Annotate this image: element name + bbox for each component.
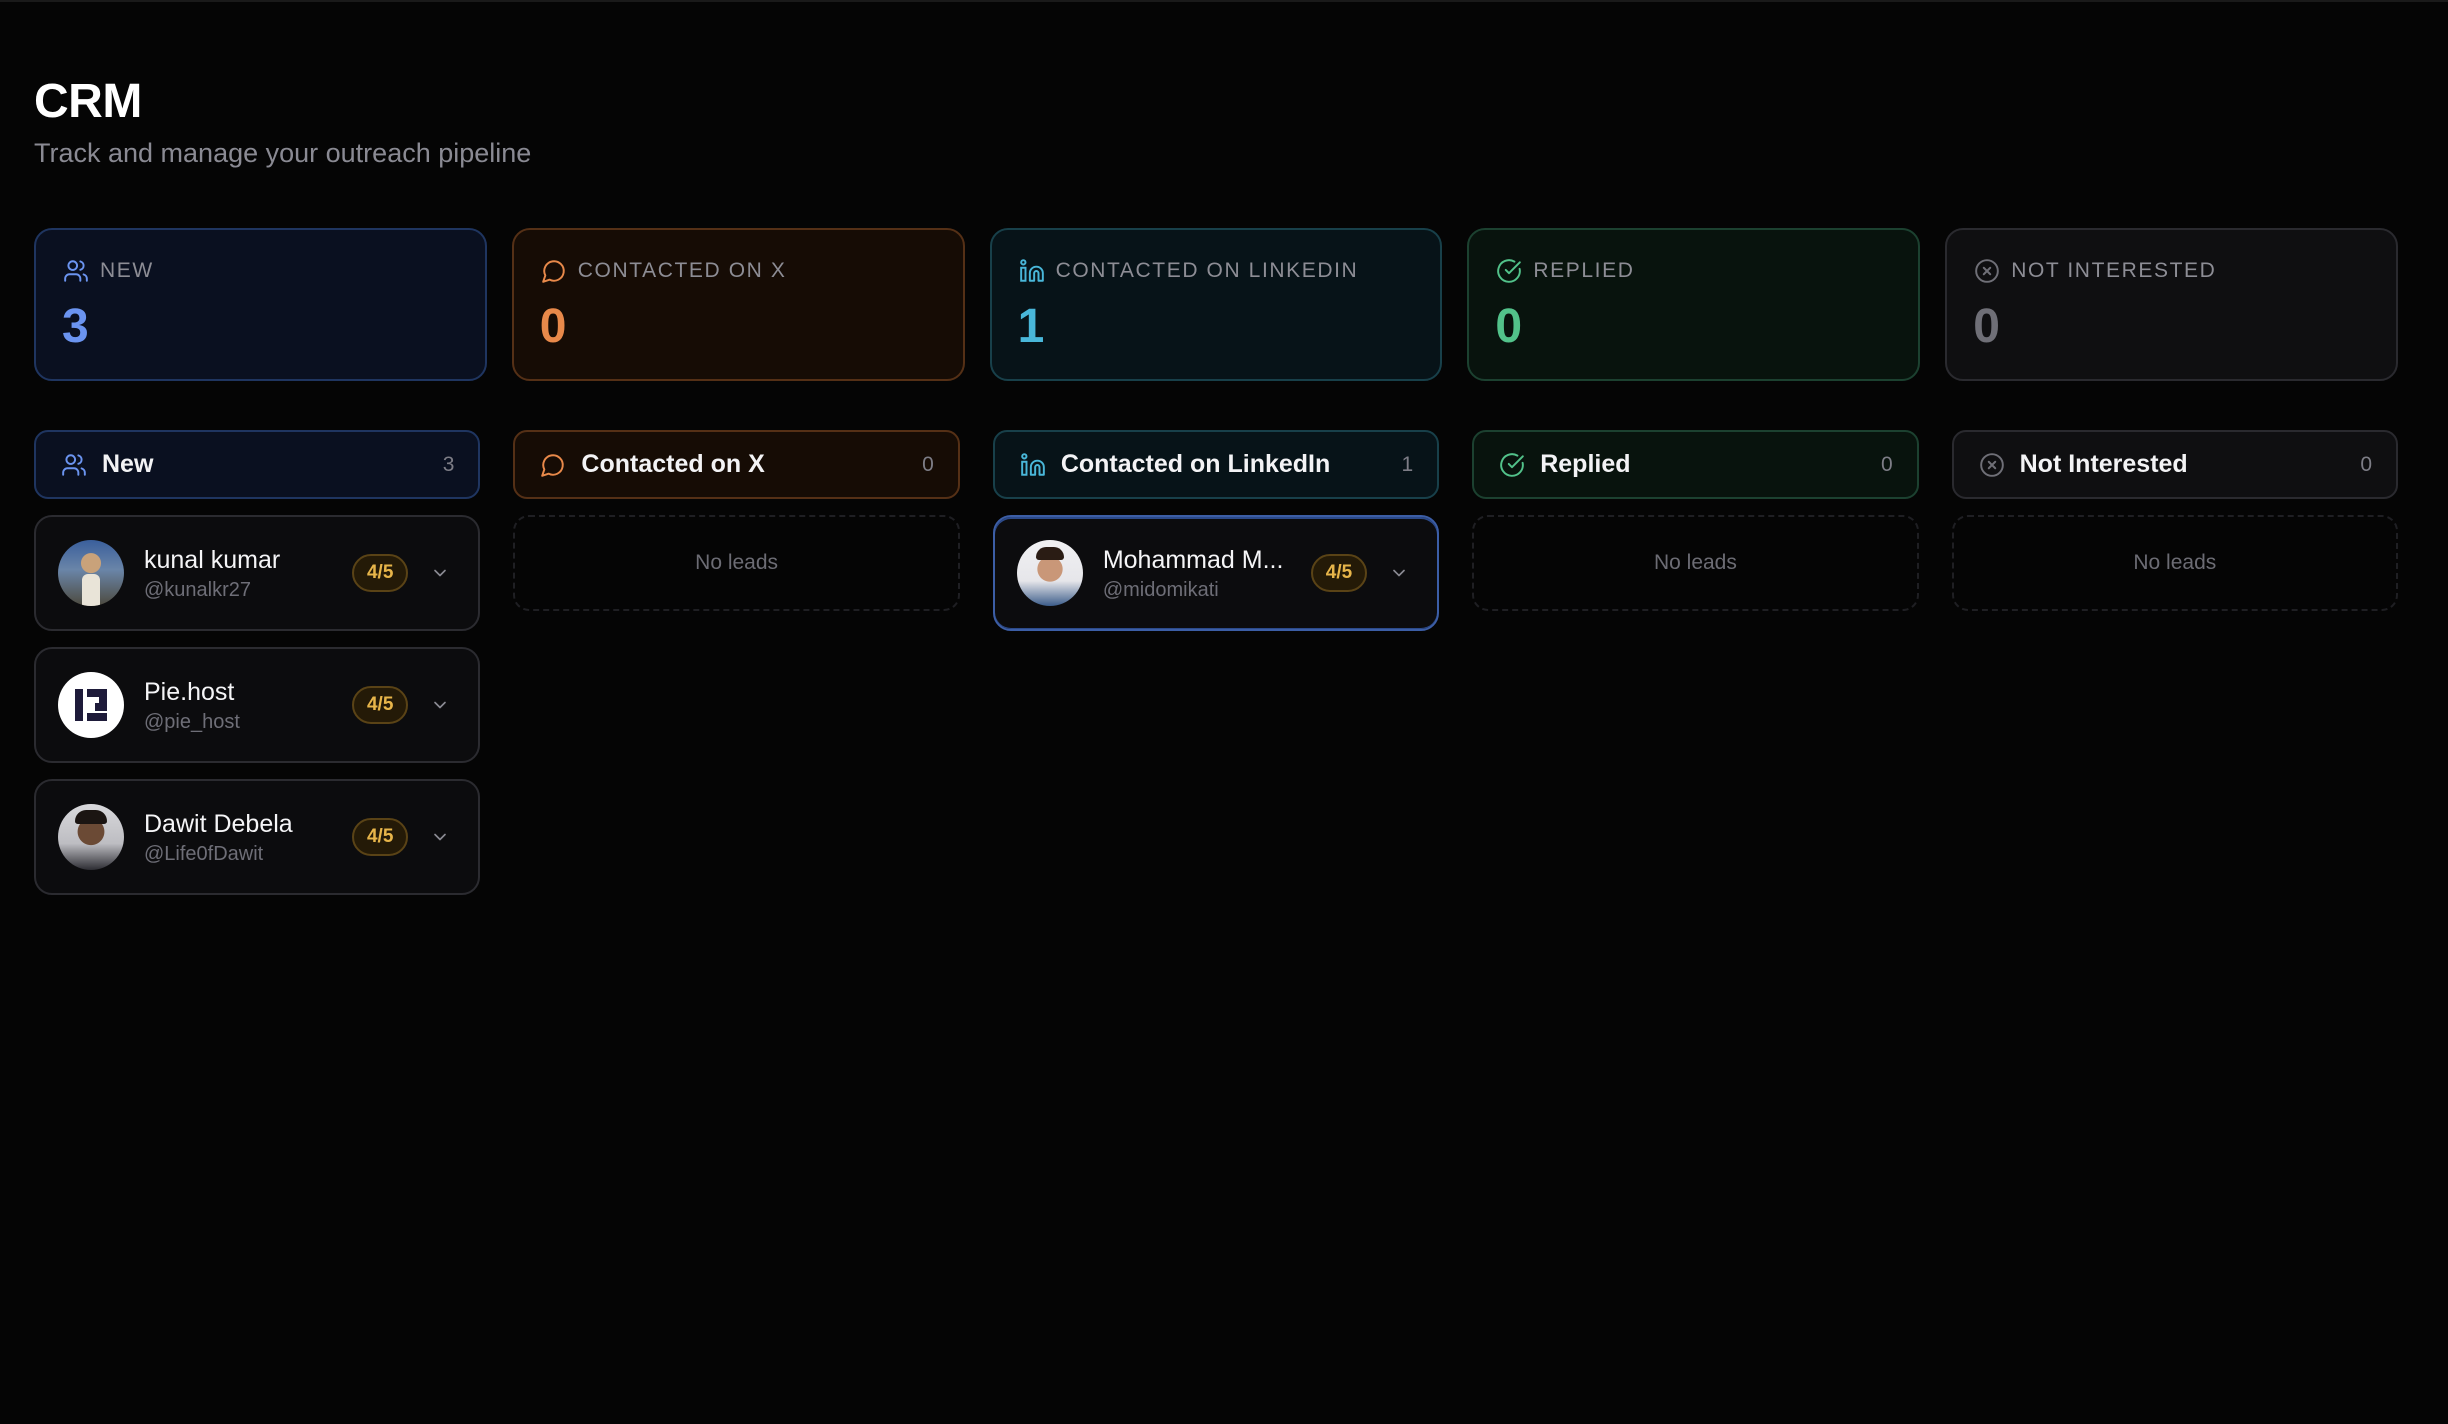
chevron-down-icon[interactable] (426, 823, 454, 851)
column-title: Contacted on LinkedIn (1060, 450, 1331, 478)
avatar (58, 540, 124, 606)
score-badge: 4/5 (351, 818, 409, 856)
stat-label: NEW (100, 259, 154, 282)
column-title: Contacted on X (581, 450, 765, 478)
lead-name: kunal kumar (144, 545, 281, 574)
column-title: Replied (1540, 450, 1631, 478)
column-count: 3 (442, 452, 455, 476)
page-header: CRM Track and manage your outreach pipel… (34, 74, 531, 170)
column-count: 1 (1401, 452, 1414, 476)
chevron-down-icon[interactable] (1385, 559, 1413, 587)
linkedin-icon (1019, 451, 1047, 479)
score-badge: 4/5 (1310, 554, 1368, 592)
column-not-interested: Not Interested 0 No leads (1951, 430, 2399, 895)
avatar (58, 804, 124, 870)
column-contacted-linkedin: Contacted on LinkedIn 1 Mohammad M... @m… (992, 430, 1440, 895)
lead-info: kunal kumar @kunalkr27 (144, 545, 352, 602)
column-replied: Replied 0 No leads (1472, 430, 1919, 895)
check-circle-icon (1495, 257, 1523, 285)
column-header-not-interested[interactable]: Not Interested 0 (1951, 430, 2399, 499)
lead-name: Pie.host (144, 677, 235, 706)
chevron-down-icon[interactable] (426, 559, 454, 587)
page-title: CRM (34, 75, 142, 128)
users-icon (60, 451, 88, 479)
lead-handle: @kunalkr27 (144, 578, 252, 601)
lead-info: Dawit Debela @Life0fDawit (144, 809, 352, 866)
score-badge: 4/5 (351, 686, 409, 724)
stats-row: NEW 3 CONTACTED ON X 0 CONTACTED ON LINK… (34, 228, 2398, 381)
column-count: 0 (2360, 452, 2373, 476)
lead-info: Pie.host @pie_host (144, 677, 352, 734)
stat-value: 0 (1495, 300, 1523, 353)
lead-handle: @pie_host (144, 710, 240, 733)
stat-value: 1 (1017, 300, 1045, 353)
message-circle-icon (539, 451, 567, 479)
column-header-replied[interactable]: Replied 0 (1472, 430, 1919, 499)
stat-value: 0 (539, 300, 567, 353)
message-circle-icon (540, 257, 568, 285)
empty-state: No leads (1472, 515, 1919, 611)
empty-state: No leads (513, 515, 960, 611)
stat-card-contacted-linkedin: CONTACTED ON LINKEDIN 1 (989, 228, 1443, 381)
x-circle-icon (1973, 257, 2001, 285)
column-new: New 3 kunal kumar @kunalkr27 4/5 Pie.hos… (34, 430, 481, 895)
column-count: 0 (1880, 452, 1893, 476)
lead-card[interactable]: Mohammad M... @midomikati 4/5 (992, 515, 1440, 631)
linkedin-icon (1018, 257, 1046, 285)
lead-card[interactable]: Dawit Debela @Life0fDawit 4/5 (34, 779, 481, 895)
stat-label: CONTACTED ON LINKEDIN (1055, 259, 1359, 282)
avatar (58, 672, 124, 738)
stat-card-not-interested: NOT INTERESTED 0 (1945, 228, 2398, 381)
page-subtitle: Track and manage your outreach pipeline (34, 138, 532, 168)
lead-name: Mohammad M... (1102, 545, 1284, 574)
lead-card[interactable]: kunal kumar @kunalkr27 4/5 (34, 515, 481, 631)
stat-value: 3 (62, 300, 89, 353)
stat-card-new: NEW 3 (34, 228, 487, 381)
stat-card-contacted-x: CONTACTED ON X 0 (511, 228, 965, 381)
x-circle-icon (1978, 451, 2006, 479)
pie-host-logo (75, 689, 107, 721)
column-contacted-x: Contacted on X 0 No leads (513, 430, 960, 895)
column-header-contacted-x[interactable]: Contacted on X 0 (513, 430, 960, 499)
lead-handle: @midomikati (1102, 578, 1219, 601)
check-circle-icon (1498, 451, 1526, 479)
column-header-new[interactable]: New 3 (34, 430, 481, 499)
column-title: New (102, 450, 154, 478)
stat-value: 0 (1973, 300, 2000, 353)
users-icon (62, 257, 90, 285)
lead-card[interactable]: Pie.host @pie_host 4/5 (34, 647, 481, 763)
avatar (1016, 540, 1083, 606)
stat-label: CONTACTED ON X (577, 259, 787, 282)
lead-name: Dawit Debela (144, 809, 293, 838)
column-count: 0 (922, 452, 934, 476)
score-badge: 4/5 (351, 554, 409, 592)
stat-card-replied: REPLIED 0 (1467, 228, 1921, 381)
lead-handle: @Life0fDawit (144, 842, 264, 865)
pipeline-board: New 3 kunal kumar @kunalkr27 4/5 Pie.hos… (34, 430, 2399, 895)
column-title: Not Interested (2019, 450, 2188, 478)
stat-label: NOT INTERESTED (2011, 259, 2217, 282)
column-header-contacted-linkedin[interactable]: Contacted on LinkedIn 1 (992, 430, 1440, 499)
lead-info: Mohammad M... @midomikati (1103, 545, 1311, 602)
empty-state: No leads (1951, 515, 2399, 611)
chevron-down-icon[interactable] (426, 691, 454, 719)
stat-label: REPLIED (1533, 259, 1635, 282)
